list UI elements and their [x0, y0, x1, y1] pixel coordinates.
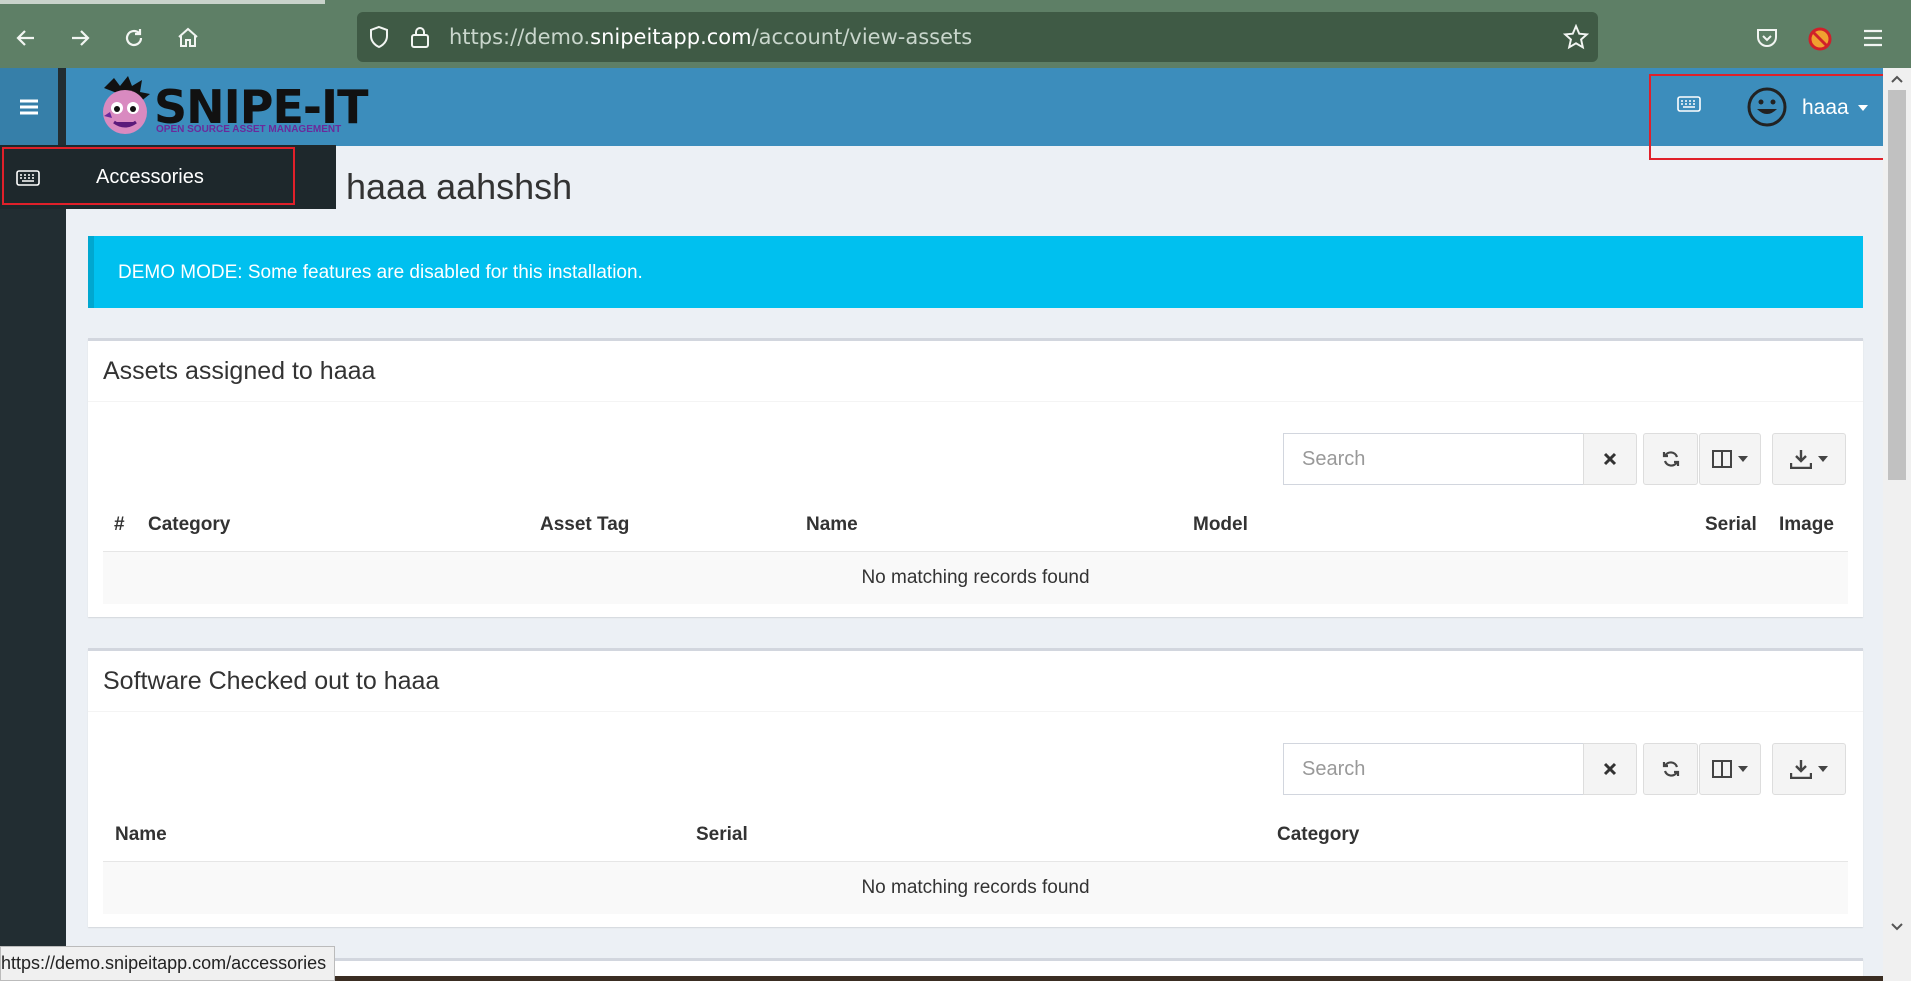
column-header[interactable]: Category	[148, 514, 230, 536]
download-icon	[1790, 450, 1812, 469]
column-header[interactable]: Name	[806, 514, 858, 536]
software-box: Software Checked out to haaa Name Serial…	[88, 648, 1863, 927]
column-header[interactable]: Name	[115, 824, 167, 846]
forward-button[interactable]	[62, 20, 98, 56]
sidebar-item-accessories[interactable]: Accessories	[96, 166, 204, 189]
refresh-button[interactable]	[1643, 433, 1698, 485]
columns-icon	[1712, 760, 1732, 778]
close-icon	[1603, 452, 1617, 466]
assets-box-title: Assets assigned to haaa	[103, 357, 376, 385]
export-button[interactable]	[1772, 433, 1846, 485]
bottom-strip	[270, 976, 1883, 981]
caret-down-icon	[1857, 105, 1868, 111]
page-title: haaa aahshsh	[346, 166, 573, 207]
status-bar-url: https://demo.snipeitapp.com/accessories	[0, 946, 336, 981]
scrollbar-thumb[interactable]	[1888, 90, 1906, 480]
shield-icon	[370, 25, 388, 49]
demo-mode-alert: DEMO MODE: Some features are disabled fo…	[88, 236, 1863, 308]
back-arrow-icon	[16, 30, 34, 46]
reload-icon	[125, 29, 143, 47]
url-bar[interactable]: https://demo.snipeitapp.com/account/view…	[357, 12, 1598, 62]
refresh-icon	[1662, 451, 1679, 467]
caret-down-icon	[1818, 766, 1828, 772]
menu-icon[interactable]	[1859, 24, 1887, 52]
column-header[interactable]: Serial	[1705, 514, 1757, 536]
keyboard-icon	[1677, 96, 1701, 112]
clear-search-button[interactable]	[1583, 743, 1637, 795]
refresh-icon	[1662, 761, 1679, 777]
extension-block-icon[interactable]	[1805, 24, 1835, 54]
assets-box: Assets assigned to haaa # Category Asset…	[88, 338, 1863, 617]
columns-icon	[1712, 450, 1732, 468]
bookmark-star-icon	[1563, 24, 1589, 50]
assets-search-input[interactable]	[1283, 433, 1584, 485]
box-divider	[88, 401, 1863, 402]
column-header[interactable]: Asset Tag	[540, 514, 629, 536]
pocket-icon[interactable]	[1753, 24, 1781, 52]
empty-table-message: No matching records found	[103, 861, 1848, 914]
browser-tab-strip	[0, 0, 325, 4]
column-header[interactable]: #	[114, 514, 125, 536]
box-divider	[88, 711, 1863, 712]
hamburger-icon	[20, 99, 38, 115]
scroll-down-icon[interactable]	[1888, 920, 1906, 934]
column-header[interactable]: Image	[1779, 514, 1834, 536]
refresh-button[interactable]	[1643, 743, 1698, 795]
back-button[interactable]	[8, 20, 44, 56]
username-label: haaa	[1802, 96, 1849, 119]
empty-table-message: No matching records found	[103, 551, 1848, 604]
app-logo[interactable]: SNIPE-IT OPEN SOURCE ASSET MANAGEMENT	[96, 74, 368, 140]
download-icon	[1790, 760, 1812, 779]
forward-arrow-icon	[72, 30, 90, 46]
column-header[interactable]: Category	[1277, 824, 1359, 846]
home-icon	[178, 27, 198, 47]
software-search-input[interactable]	[1283, 743, 1584, 795]
column-header[interactable]: Serial	[696, 824, 748, 846]
logo-subtitle: OPEN SOURCE ASSET MANAGEMENT	[156, 124, 342, 135]
logo-mascot-icon	[103, 76, 150, 134]
keyboard-shortcuts-button[interactable]	[1677, 96, 1701, 117]
column-header[interactable]: Model	[1193, 514, 1248, 536]
reload-button[interactable]	[116, 20, 152, 56]
clear-search-button[interactable]	[1583, 433, 1637, 485]
sidebar-toggle-button[interactable]	[0, 68, 58, 146]
software-box-title: Software Checked out to haaa	[103, 667, 440, 695]
home-button[interactable]	[170, 20, 206, 56]
close-icon	[1603, 762, 1617, 776]
columns-button[interactable]	[1699, 433, 1761, 485]
url-text: https://demo.snipeitapp.com/account/view…	[449, 25, 973, 49]
export-button[interactable]	[1772, 743, 1846, 795]
avatar[interactable]	[1747, 87, 1787, 127]
scroll-up-icon[interactable]	[1888, 72, 1906, 86]
caret-down-icon	[1738, 766, 1748, 772]
keyboard-icon	[16, 170, 40, 191]
caret-down-icon	[1738, 456, 1748, 462]
columns-button[interactable]	[1699, 743, 1761, 795]
user-menu[interactable]: haaa	[1802, 96, 1869, 120]
lock-icon	[411, 27, 429, 48]
caret-down-icon	[1818, 456, 1828, 462]
